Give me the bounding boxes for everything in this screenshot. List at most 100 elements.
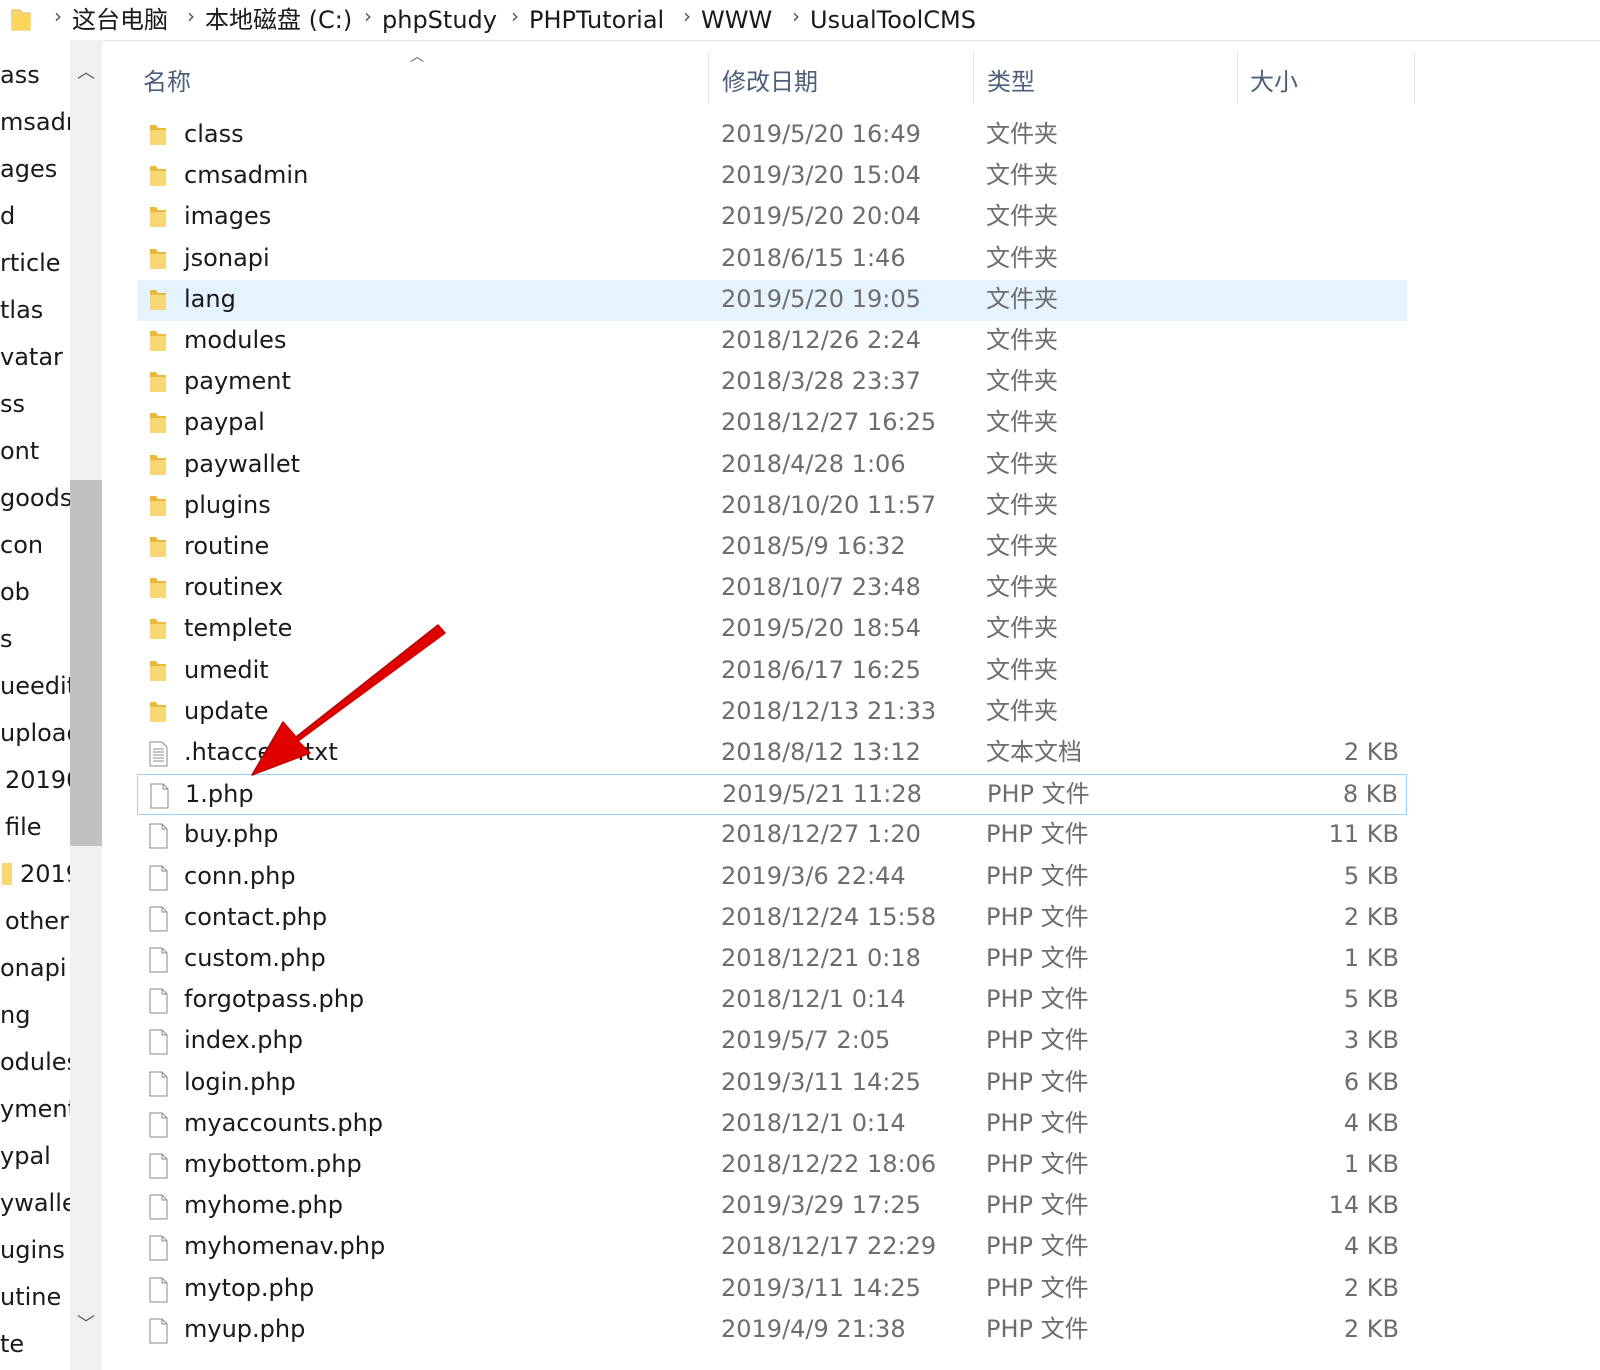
file-row[interactable]: .htaccess.txt 2018/8/12 13:12 文本文档 2 KB [137, 733, 1407, 774]
file-row[interactable]: mytop.php 2019/3/11 14:25 PHP 文件 2 KB [137, 1269, 1407, 1310]
file-row[interactable]: login.php 2019/3/11 14:25 PHP 文件 6 KB [137, 1063, 1407, 1104]
file-size: 2 KB [1343, 1314, 1399, 1343]
file-row[interactable]: jsonapi 2018/6/15 1:46 文件夹 [137, 239, 1407, 280]
navigation-pane[interactable]: ass msadm ages d rticle tlas vatar ss ont goods co… [0, 40, 70, 1370]
column-header-name[interactable]: 名称 [143, 62, 191, 97]
nav-item[interactable]: ss [0, 389, 25, 419]
chevron-right-icon[interactable]: › [354, 4, 382, 28]
file-row[interactable]: routinex 2018/10/7 23:48 文件夹 [137, 568, 1407, 609]
file-row[interactable]: modules 2018/12/26 2:24 文件夹 [137, 321, 1407, 362]
nav-scrollbar[interactable]: ︿ ﹀ [70, 40, 102, 1370]
nav-item[interactable]: rticle [0, 248, 61, 278]
nav-item[interactable]: onapi [0, 953, 67, 983]
file-row[interactable]: payment 2018/3/28 23:37 文件夹 [137, 362, 1407, 403]
breadcrumb-item[interactable]: WWW [701, 5, 772, 35]
file-row[interactable]: cmsadmin 2019/3/20 15:04 文件夹 [137, 156, 1407, 197]
file-row[interactable]: paywallet 2018/4/28 1:06 文件夹 [137, 445, 1407, 486]
file-row[interactable]: index.php 2019/5/7 2:05 PHP 文件 3 KB [137, 1021, 1407, 1062]
column-divider[interactable] [1237, 52, 1238, 104]
address-bar[interactable]: › 这台电脑 › 本地磁盘 (C:) › phpStudy › PHPTutorial › WWW… [0, 0, 1600, 41]
nav-item[interactable]: utine [0, 1282, 61, 1312]
scroll-down-icon[interactable]: ﹀ [70, 1310, 102, 1336]
file-type: PHP 文件 [986, 1314, 1089, 1343]
breadcrumb-item[interactable]: UsualToolCMS [810, 5, 976, 35]
chevron-right-icon[interactable]: › [501, 4, 529, 28]
file-date: 2019/5/20 16:49 [721, 120, 921, 148]
file-date: 2019/5/20 20:04 [721, 202, 921, 231]
column-header-type[interactable]: 类型 [987, 62, 1035, 97]
folder-icon [147, 658, 169, 688]
nav-item[interactable]: ob [0, 577, 30, 607]
nav-item[interactable]: ugins [0, 1235, 65, 1265]
file-row[interactable]: paypal 2018/12/27 16:25 文件夹 [137, 403, 1407, 444]
file-row[interactable]: myhome.php 2019/3/29 17:25 PHP 文件 14 KB [137, 1186, 1407, 1227]
nav-item[interactable]: d [0, 201, 15, 231]
folder-icon [147, 493, 169, 523]
nav-item[interactable]: other [5, 906, 69, 936]
nav-item[interactable]: upload [0, 718, 70, 748]
file-row[interactable]: myhomenav.php 2018/12/17 22:29 PHP 文件 4 KB [137, 1227, 1407, 1268]
file-name: cmsadmin [184, 161, 309, 190]
nav-item[interactable]: 20190 [5, 765, 70, 795]
nav-item[interactable]: ont [0, 436, 39, 466]
file-row[interactable]: mybottom.php 2018/12/22 18:06 PHP 文件 1 KB [137, 1145, 1407, 1186]
chevron-right-icon[interactable]: › [782, 4, 810, 28]
nav-item[interactable]: yment [0, 1094, 70, 1124]
nav-item[interactable]: odules [0, 1047, 70, 1077]
breadcrumb-item[interactable]: 本地磁盘 (C:) [205, 5, 352, 35]
file-row[interactable]: class 2019/5/20 16:49 文件夹 [137, 115, 1407, 156]
nav-item[interactable]: te [0, 1329, 24, 1359]
file-row[interactable]: routine 2018/5/9 16:32 文件夹 [137, 527, 1407, 568]
nav-item[interactable]: tlas [0, 295, 43, 325]
column-header-date[interactable]: 修改日期 [722, 62, 818, 97]
nav-item[interactable]: ng [0, 1000, 30, 1030]
file-type: 文件夹 [986, 532, 1058, 560]
chevron-right-icon[interactable]: › [44, 4, 72, 28]
nav-item[interactable]: con [0, 530, 43, 560]
file-date: 2019/3/6 22:44 [721, 861, 906, 890]
file-row[interactable]: custom.php 2018/12/21 0:18 PHP 文件 1 KB [137, 939, 1407, 980]
chevron-right-icon[interactable]: › [177, 4, 205, 28]
folder-icon [147, 163, 169, 193]
file-row[interactable]: myaccounts.php 2018/12/1 0:14 PHP 文件 4 KB [137, 1104, 1407, 1145]
column-divider[interactable] [1414, 52, 1415, 104]
nav-item[interactable]: ypal [0, 1141, 51, 1171]
nav-item[interactable]: goods [0, 483, 70, 513]
file-row[interactable]: myup.php 2019/4/9 21:38 PHP 文件 2 KB [137, 1310, 1407, 1351]
column-divider[interactable] [973, 52, 974, 104]
column-divider[interactable] [708, 52, 709, 104]
scrollbar-thumb[interactable] [70, 480, 102, 846]
nav-item[interactable]: msadm [0, 107, 70, 137]
nav-item[interactable]: ueedit [0, 671, 70, 701]
file-row[interactable]: plugins 2018/10/20 11:57 文件夹 [137, 486, 1407, 527]
file-row[interactable]: 1.php 2019/5/21 11:28 PHP 文件 8 KB [137, 774, 1407, 816]
nav-item[interactable]: vatar [0, 342, 63, 372]
breadcrumb-item[interactable]: phpStudy [382, 5, 497, 35]
file-row[interactable]: conn.php 2019/3/6 22:44 PHP 文件 5 KB [137, 857, 1407, 898]
nav-item[interactable]: 2019 [2, 859, 70, 889]
file-icon [148, 782, 170, 814]
nav-item[interactable]: ages [0, 154, 57, 184]
nav-item[interactable]: s [0, 624, 13, 654]
file-row[interactable]: buy.php 2018/12/27 1:20 PHP 文件 11 KB [137, 815, 1407, 856]
scroll-up-icon[interactable]: ︿ [70, 58, 102, 84]
column-header-size[interactable]: 大小 [1250, 62, 1298, 97]
nav-item[interactable]: ywalle [0, 1188, 70, 1218]
chevron-right-icon[interactable]: › [673, 4, 701, 28]
file-row[interactable]: images 2019/5/20 20:04 文件夹 [137, 197, 1407, 238]
breadcrumb-item[interactable]: PHPTutorial [529, 5, 664, 35]
nav-item[interactable]: ass [0, 60, 40, 90]
file-row[interactable]: update 2018/12/13 21:33 文件夹 [137, 692, 1407, 733]
nav-item[interactable]: file [5, 812, 42, 842]
file-icon [147, 822, 169, 854]
file-row[interactable]: forgotpass.php 2018/12/1 0:14 PHP 文件 5 KB [137, 980, 1407, 1021]
file-date: 2019/4/9 21:38 [721, 1314, 906, 1343]
file-row[interactable]: contact.php 2018/12/24 15:58 PHP 文件 2 KB [137, 898, 1407, 939]
file-name: umedit [184, 655, 269, 684]
file-name: plugins [184, 490, 271, 519]
file-row[interactable]: umedit 2018/6/17 16:25 文件夹 [137, 651, 1407, 692]
breadcrumb-item[interactable]: 这台电脑 [72, 5, 168, 35]
file-name: buy.php [184, 820, 279, 849]
file-row[interactable]: templete 2019/5/20 18:54 文件夹 [137, 609, 1407, 650]
file-row[interactable]: lang 2019/5/20 19:05 文件夹 [137, 279, 1407, 321]
